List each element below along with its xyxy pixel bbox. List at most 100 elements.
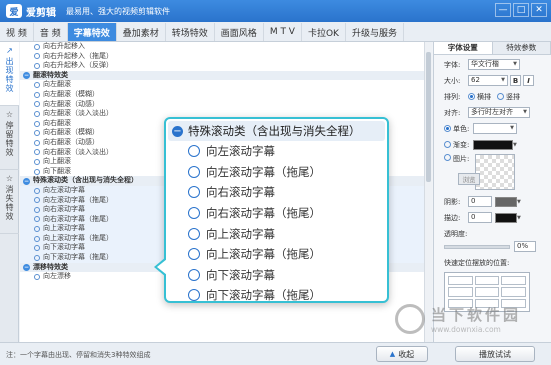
tab-effect-params[interactable]: 特效参数 [492,42,551,54]
callout-item[interactable]: 向上滚动字幕（拖尾） [166,244,387,265]
tree-item[interactable]: 向左翻滚（模糊） [20,90,424,100]
tree-scrollbar[interactable] [424,42,432,342]
callout-item[interactable]: 向左滚动字幕 [166,141,387,162]
radio-icon[interactable] [34,245,40,252]
radio-icon[interactable] [188,145,200,158]
radio-icon[interactable] [188,227,200,240]
radio-icon[interactable] [34,101,40,108]
radio-icon[interactable] [34,274,40,281]
gradient-radio[interactable] [444,141,451,148]
solid-color-select[interactable]: ▼ [473,123,517,134]
radio-icon[interactable] [188,248,200,261]
tab-overlay[interactable]: 叠加素材 [117,23,166,41]
chevron-down-icon[interactable]: ▼ [513,142,519,148]
radio-icon[interactable] [34,216,40,223]
radio-icon[interactable] [34,187,40,194]
radio-icon[interactable] [34,62,40,69]
radio-icon[interactable] [34,139,40,146]
collapse-minus-icon[interactable]: − [172,125,183,137]
image-radio[interactable] [444,154,451,161]
tab-transitions[interactable]: 转场特效 [166,23,215,41]
callout-item[interactable]: 向左滚动字幕（拖尾） [166,162,387,183]
size-select[interactable]: 62 ▼ [468,75,508,86]
position-cell[interactable] [448,287,473,297]
stroke-color-swatch[interactable] [495,212,517,223]
tab-audio[interactable]: 音 频 [34,23,68,41]
radio-icon[interactable] [188,165,200,178]
radio-icon[interactable] [34,91,40,98]
shadow-color-swatch[interactable] [495,196,517,207]
tab-karaoke[interactable]: 卡拉OK [302,23,346,41]
radio-icon[interactable] [34,82,40,89]
callout-item[interactable]: 向右滚动字幕（拖尾） [166,203,387,224]
tab-font-settings[interactable]: 字体设置 [434,42,493,54]
chevron-down-icon[interactable]: ▼ [517,215,523,221]
radio-icon[interactable] [188,289,200,302]
radio-icon[interactable] [188,268,200,281]
position-cell[interactable] [501,287,526,297]
maximize-button[interactable]: □ [513,3,529,17]
callout-item[interactable]: 向下滚动字幕（拖尾） [166,285,387,306]
tree-item[interactable]: 向右升起移入 [20,42,424,52]
radio-icon[interactable] [188,186,200,199]
align-select[interactable]: 多行时左对齐 ▼ [468,107,530,118]
opacity-input[interactable]: 0% [514,241,536,252]
callout-item[interactable]: 向右滚动字幕 [166,182,387,203]
horizontal-radio[interactable] [468,93,475,100]
radio-icon[interactable] [34,254,40,261]
radio-icon[interactable] [34,197,40,204]
position-cell[interactable] [474,287,500,297]
browse-button[interactable]: 浏览 [458,172,480,185]
tab-video[interactable]: 视 频 [0,23,34,41]
vertical-radio[interactable] [497,93,504,100]
radio-icon[interactable] [34,110,40,117]
scrollbar-thumb[interactable] [426,52,431,182]
shadow-input[interactable]: 0 [468,196,492,207]
tab-styles[interactable]: 画面风格 [215,23,264,41]
collapse-minus-icon[interactable]: − [23,72,30,80]
radio-icon[interactable] [34,206,40,213]
collapse-minus-icon[interactable]: − [23,177,30,185]
stroke-input[interactable]: 0 [468,212,492,223]
radio-icon[interactable] [34,149,40,156]
chevron-down-icon[interactable]: ▼ [517,199,523,205]
callout-item[interactable]: 向上滚动字幕 [166,223,387,244]
radio-icon[interactable] [34,226,40,233]
radio-icon[interactable] [34,158,40,165]
solid-color-radio[interactable] [444,125,451,132]
play-preview-button[interactable]: 播放试试 [455,346,535,362]
position-cell[interactable] [474,276,500,286]
tree-item[interactable]: 向左翻滚（动感） [20,100,424,110]
radio-icon[interactable] [34,43,40,50]
italic-button[interactable]: I [523,75,534,86]
callout-category[interactable]: − 特殊滚动类（含出现与消失全程） [168,121,385,141]
font-select[interactable]: 华文行楷 ▼ [468,59,520,70]
side-tab-stay[interactable]: ☆ 停留特效 [0,106,19,170]
position-cell[interactable] [501,276,526,286]
collapse-button[interactable]: ▲ 收起 [376,346,428,362]
close-button[interactable]: ✕ [531,3,547,17]
tree-item[interactable]: 向右升起移入（拖尾） [20,52,424,62]
gradient-swatch[interactable] [473,139,513,150]
radio-icon[interactable] [188,207,200,220]
collapse-minus-icon[interactable]: − [23,263,30,271]
tab-upgrade[interactable]: 升级与服务 [346,23,404,41]
bold-button[interactable]: B [510,75,521,86]
callout-item[interactable]: 向下滚动字幕 [166,265,387,286]
minimize-button[interactable]: — [495,3,511,17]
tab-mtv[interactable]: M T V [264,23,302,41]
radio-icon[interactable] [34,168,40,175]
position-cell[interactable] [448,276,473,286]
tree-item[interactable]: 向左翻滚 [20,80,424,90]
shadow-value: 0 [471,197,476,205]
tree-category[interactable]: − 翻滚特效类 [20,70,424,81]
radio-icon[interactable] [34,53,40,60]
tree-item[interactable]: 向右升起移入（反弹） [20,61,424,71]
opacity-slider[interactable] [444,244,510,249]
radio-icon[interactable] [34,235,40,242]
side-tab-disappear[interactable]: ☆ 消失特效 [0,170,19,234]
tab-subtitle-effects[interactable]: 字幕特效 [67,23,117,41]
radio-icon[interactable] [34,120,40,127]
radio-icon[interactable] [34,130,40,137]
side-tab-appear[interactable]: ↗ 出现特效 [0,42,19,106]
